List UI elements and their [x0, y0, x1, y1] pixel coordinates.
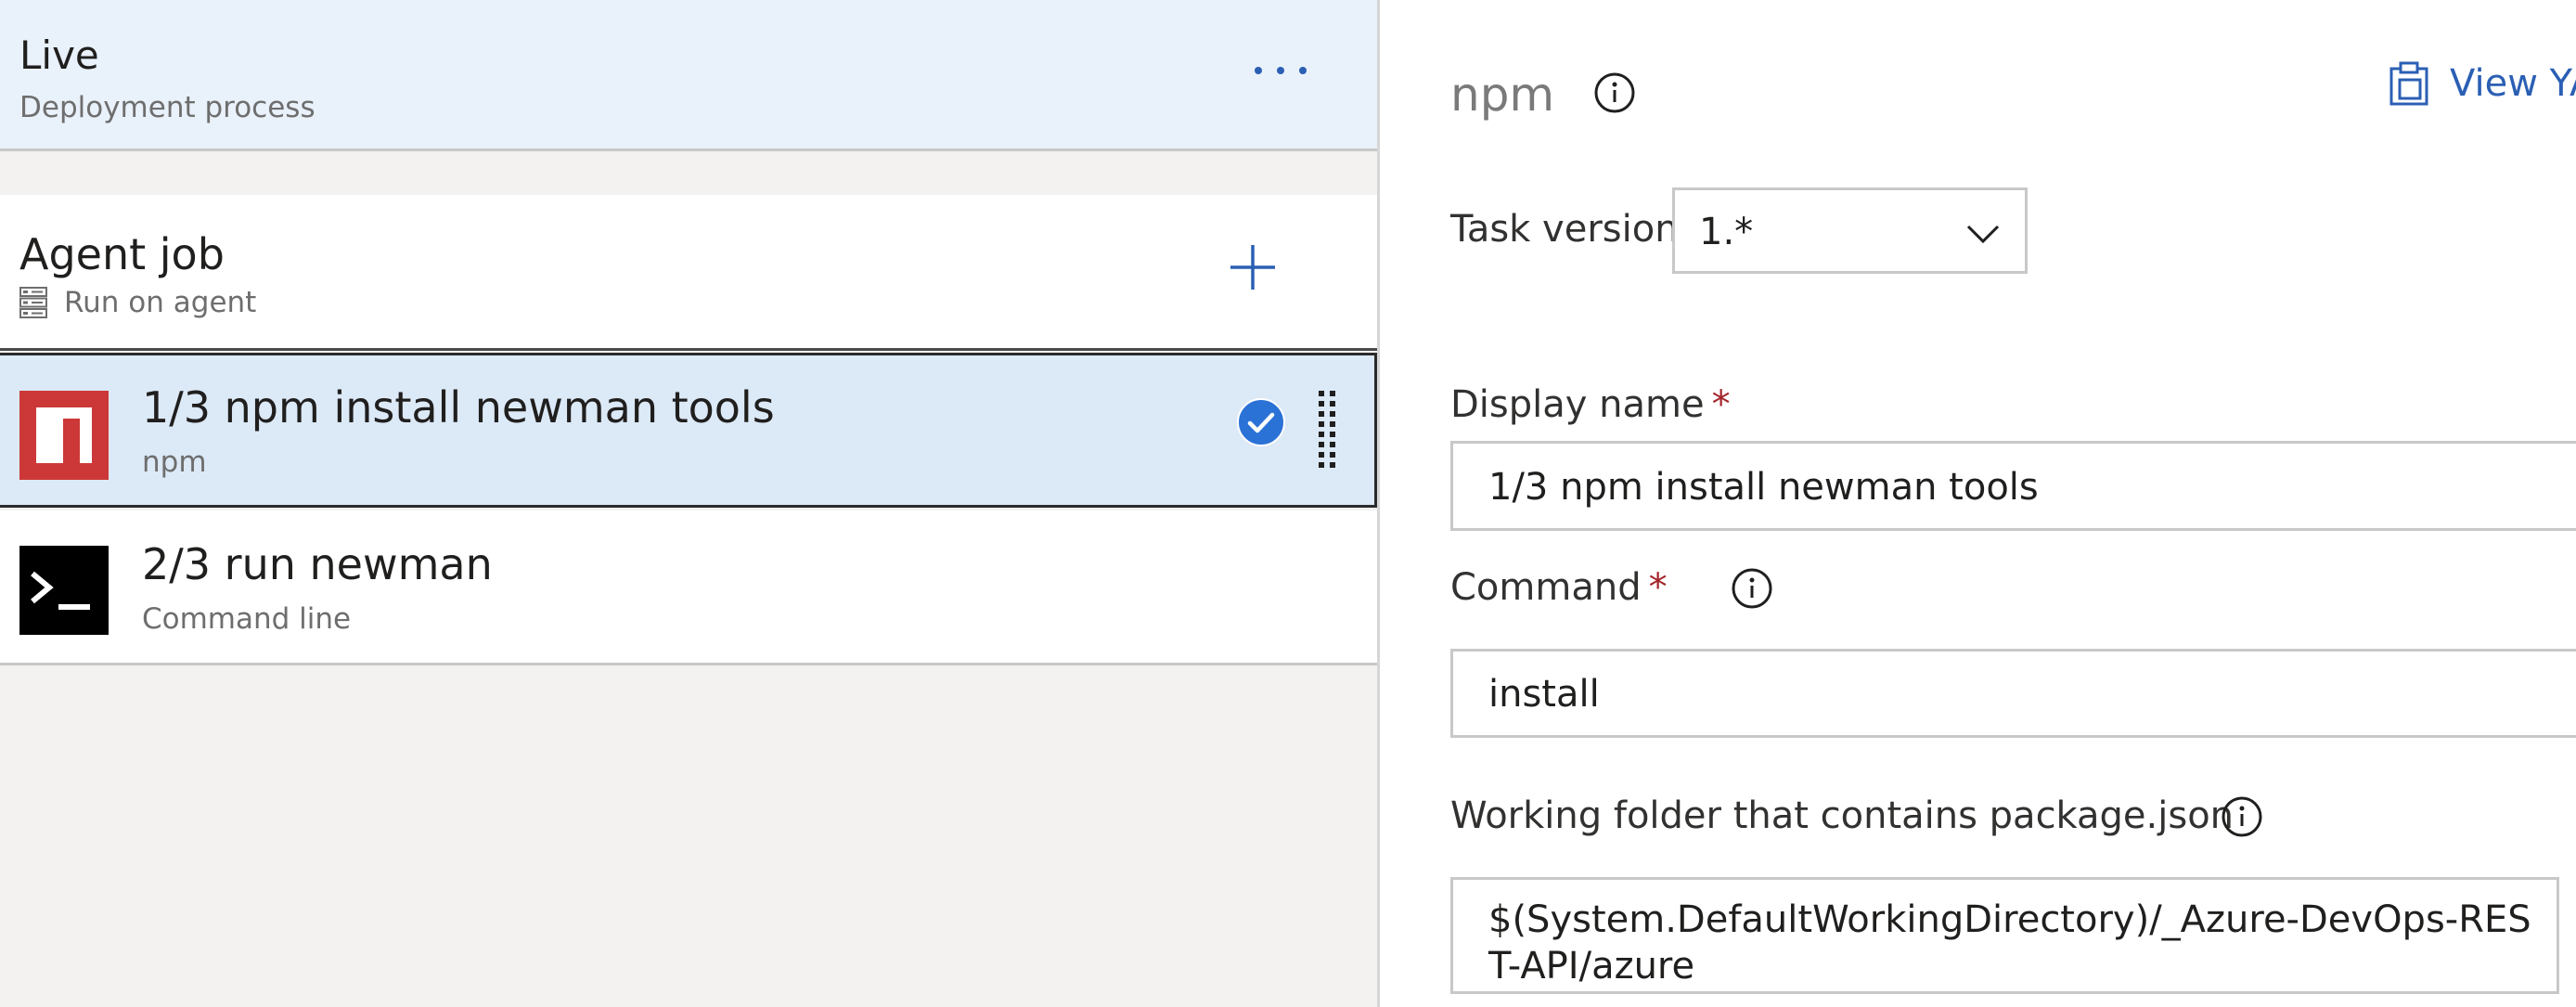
required-marker: * [1648, 566, 1668, 609]
more-dot-icon [1255, 67, 1262, 74]
stage-title: Live [19, 32, 99, 78]
release-pipeline-editor: Live Deployment process Agent job Run on… [0, 0, 2576, 1007]
working-folder-value: $(System.DefaultWorkingDirectory)/_Azure… [1488, 898, 2531, 988]
view-yaml-link[interactable]: View YAML [2389, 59, 2576, 108]
server-icon [19, 287, 47, 318]
clipboard-icon [2389, 61, 2428, 106]
working-folder-label: Working folder that contains package.jso… [1450, 794, 2235, 837]
task-title: 2/3 run newman [142, 539, 493, 589]
more-dot-icon [1299, 67, 1307, 74]
process-tree-pane: Live Deployment process Agent job Run on… [0, 0, 1380, 1007]
working-folder-input[interactable]: $(System.DefaultWorkingDirectory)/_Azure… [1450, 877, 2559, 994]
add-task-button[interactable] [1227, 241, 1279, 293]
info-icon[interactable] [2221, 795, 2263, 838]
task-title: 1/3 npm install newman tools [142, 382, 775, 432]
agent-job-subtitle: Run on agent [19, 284, 256, 321]
command-line-icon [19, 546, 109, 635]
command-label: Command * [1450, 564, 1668, 611]
view-yaml-label: View YAML [2450, 62, 2576, 105]
task-details-pane: npm View YAML Task version 1.* Display n… [1380, 0, 2576, 1007]
drag-handle-icon[interactable] [1317, 389, 1339, 469]
more-options-button[interactable] [1255, 52, 1307, 89]
command-input[interactable]: install [1450, 649, 2576, 738]
stage-subtitle: Deployment process [19, 91, 316, 124]
task-version-label: Task version [1450, 208, 1679, 251]
more-dot-icon [1277, 67, 1284, 74]
task-subtitle: Command line [142, 602, 352, 636]
command-label-text: Command [1450, 566, 1642, 609]
stage-header[interactable]: Live Deployment process [0, 0, 1377, 151]
display-name-input[interactable]: 1/3 npm install newman tools [1450, 441, 2576, 531]
display-name-label: Display name * [1450, 381, 1731, 428]
agent-job-title: Agent job [19, 229, 225, 279]
task-subtitle: npm [142, 445, 207, 479]
checkmark-circle-icon [1237, 398, 1285, 446]
required-marker: * [1711, 383, 1731, 426]
task-version-value: 1.* [1699, 211, 1754, 253]
task-row-npm-install[interactable]: 1/3 npm install newman tools npm [0, 353, 1377, 508]
command-value: install [1488, 673, 1600, 716]
task-version-select[interactable]: 1.* [1672, 187, 2028, 274]
task-row-run-newman[interactable]: 2/3 run newman Command line [0, 510, 1377, 665]
chevron-down-icon [1966, 225, 2000, 244]
plus-icon [1230, 245, 1275, 290]
panel-title: npm [1450, 68, 1555, 122]
display-name-label-text: Display name [1450, 383, 1705, 426]
display-name-value: 1/3 npm install newman tools [1488, 466, 2039, 509]
agent-job-row[interactable]: Agent job Run on agent [0, 195, 1377, 351]
info-icon[interactable] [1731, 567, 1773, 610]
npm-icon [19, 391, 109, 480]
agent-job-subtitle-text: Run on agent [64, 286, 257, 319]
info-icon[interactable] [1593, 71, 1636, 114]
